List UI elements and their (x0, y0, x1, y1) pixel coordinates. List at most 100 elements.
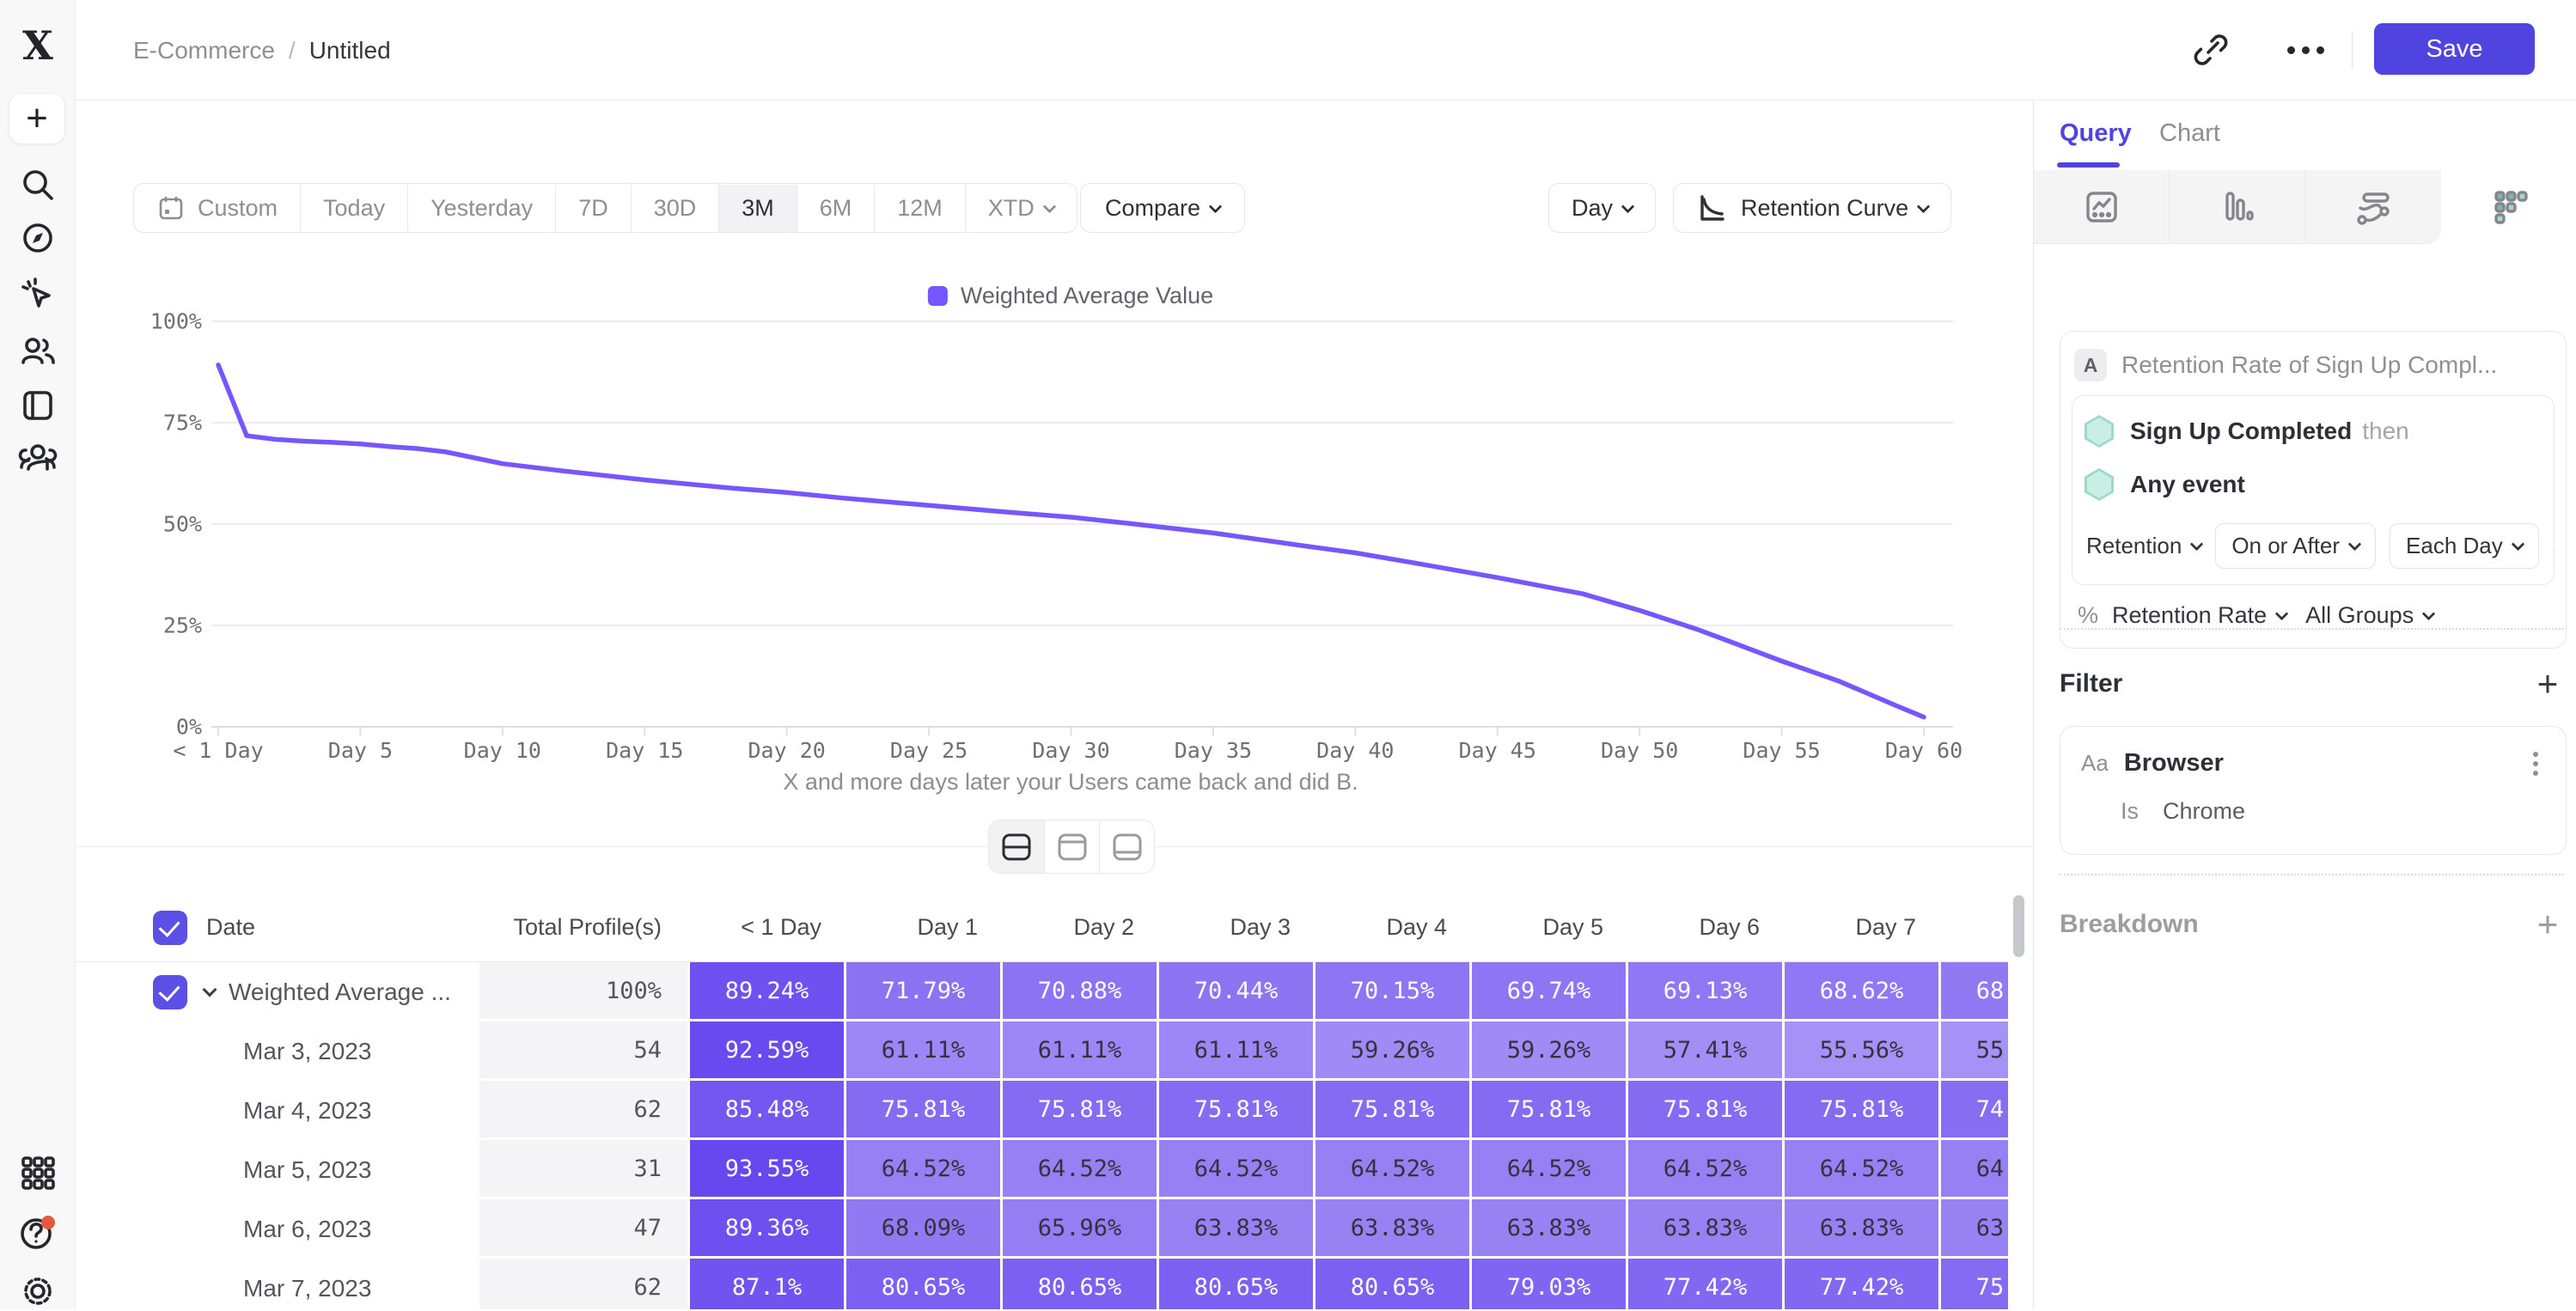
compass-icon[interactable] (0, 219, 76, 257)
retention-cell[interactable]: 80.65% (844, 1259, 1000, 1309)
retention-cell[interactable]: 61.11% (1157, 1021, 1313, 1081)
day-column-header[interactable]: < 1 Day (687, 914, 844, 941)
filter-value[interactable]: Chrome (2163, 798, 2245, 825)
return-event-row[interactable]: Any event (2072, 454, 2554, 508)
day-column-header[interactable]: Day 5 (1469, 914, 1626, 941)
retention-cell[interactable]: 68.62% (1782, 962, 1938, 1021)
apps-grid-icon[interactable] (0, 1153, 76, 1192)
query-title[interactable]: Retention Rate of Sign Up Compl... (2121, 351, 2497, 379)
return-event-name[interactable]: Any event (2130, 471, 2245, 498)
tab-query[interactable]: Query (2060, 119, 2132, 148)
copy-link-icon[interactable] (2187, 26, 2235, 74)
retention-cell[interactable]: 59.26% (1469, 1021, 1626, 1081)
chart-view-button[interactable] (1044, 820, 1099, 873)
filter-card[interactable]: Aa Browser Is Chrome (2060, 726, 2567, 855)
retention-cell[interactable]: 65.96% (1000, 1199, 1157, 1259)
retention-cell[interactable]: 75.81% (1313, 1081, 1469, 1140)
retention-cell[interactable]: 69.74% (1469, 962, 1626, 1021)
retention-cell[interactable]: 75.81% (1469, 1081, 1626, 1140)
retention-cell[interactable]: 63.83% (1626, 1199, 1782, 1259)
retention-cell[interactable]: 63.83% (1469, 1199, 1626, 1259)
retention-cell[interactable]: 89.36% (687, 1199, 844, 1259)
retention-cell[interactable]: 75.81% (1782, 1081, 1938, 1140)
funnels-icon[interactable] (2170, 170, 2305, 244)
retention-cell[interactable]: 55.56% (1938, 1021, 2008, 1081)
day-column-header[interactable]: Day 3 (1157, 914, 1313, 941)
day-column-header[interactable]: Day 7 (1782, 914, 1938, 941)
retention-cell[interactable]: 64.52% (844, 1140, 1000, 1199)
kebab-menu-icon[interactable] (2533, 761, 2538, 766)
row-checkbox[interactable] (153, 975, 187, 1009)
retention-cell[interactable]: 64.52% (1938, 1140, 2008, 1199)
retention-cell[interactable]: 63.83% (1313, 1199, 1469, 1259)
retention-cell[interactable]: 64.52% (1626, 1140, 1782, 1199)
retention-cell[interactable]: 77.42% (1782, 1259, 1938, 1309)
metric-dropdown[interactable]: Retention Rate (2112, 602, 2286, 629)
retention-cell[interactable]: 59.26% (1313, 1021, 1469, 1081)
retention-cell[interactable]: 80.65% (1157, 1259, 1313, 1309)
day-column-header[interactable]: Day 6 (1626, 914, 1782, 941)
insights-icon[interactable] (2034, 170, 2170, 244)
retention-cell[interactable]: 63.83% (1782, 1199, 1938, 1259)
create-new-button[interactable]: + (9, 93, 65, 144)
settings-gear-icon[interactable] (0, 1271, 76, 1311)
retention-cell[interactable]: 57.41% (1626, 1021, 1782, 1081)
groups-dropdown[interactable]: All Groups (2305, 602, 2433, 629)
retention-cell[interactable]: 64.52% (1000, 1140, 1157, 1199)
total-column-header[interactable]: Total Profile(s) (479, 914, 687, 941)
filter-operator[interactable]: Is (2121, 798, 2139, 825)
retention-cell[interactable]: 68.11% (1938, 962, 2008, 1021)
retention-cell[interactable]: 87.1% (687, 1259, 844, 1309)
retention-cell[interactable]: 64.52% (1782, 1140, 1938, 1199)
cursor-click-icon[interactable] (0, 275, 76, 314)
retention-cell[interactable]: 70.15% (1313, 962, 1469, 1021)
retention-line-chart[interactable] (76, 101, 2032, 805)
boards-icon[interactable] (0, 387, 76, 424)
add-breakdown-button[interactable]: + (2530, 906, 2565, 942)
retention-cell[interactable]: 70.88% (1000, 962, 1157, 1021)
search-icon[interactable] (0, 166, 76, 204)
help-icon[interactable] (0, 1211, 76, 1256)
date-column-header[interactable]: Date (206, 914, 255, 941)
vertical-scrollbar[interactable] (2013, 895, 2024, 957)
mixpanel-logo-icon[interactable]: X (0, 22, 76, 69)
save-button[interactable]: Save (2374, 23, 2535, 75)
retention-cell[interactable]: 93.55% (687, 1140, 844, 1199)
expand-chevron-icon[interactable] (203, 982, 217, 997)
retention-cell[interactable]: 75.81% (1938, 1259, 2008, 1309)
retention-cell[interactable]: 61.11% (1000, 1021, 1157, 1081)
retention-cell[interactable]: 75.81% (1157, 1081, 1313, 1140)
retention-cell[interactable]: 74.19% (1938, 1081, 2008, 1140)
retention-cell[interactable]: 70.44% (1157, 962, 1313, 1021)
retention-cell[interactable]: 71.79% (844, 962, 1000, 1021)
retention-cell[interactable]: 63.83% (1938, 1199, 2008, 1259)
retention-cell[interactable]: 75.81% (1000, 1081, 1157, 1140)
retention-cell[interactable]: 77.42% (1626, 1259, 1782, 1309)
users-icon[interactable] (0, 332, 76, 371)
retention-cell[interactable]: 89.24% (687, 962, 844, 1021)
filter-property-name[interactable]: Browser (2124, 749, 2533, 777)
retention-cell[interactable]: 55.56% (1782, 1021, 1938, 1081)
retention-cell[interactable]: 64.52% (1313, 1140, 1469, 1199)
breadcrumb-report-name[interactable]: Untitled (309, 37, 391, 64)
criteria-dropdown[interactable]: On or After (2215, 523, 2376, 569)
cohorts-icon[interactable] (0, 436, 76, 478)
retention-cell[interactable]: 63.83% (1157, 1199, 1313, 1259)
retention-cell[interactable]: 69.13% (1626, 962, 1782, 1021)
retention-cell[interactable]: 64.52% (1469, 1140, 1626, 1199)
more-options-icon[interactable] (2281, 26, 2329, 74)
retention-cell[interactable]: 68.09% (844, 1199, 1000, 1259)
retention-cell[interactable]: 64.52% (1157, 1140, 1313, 1199)
breadcrumb-project[interactable]: E-Commerce (133, 37, 275, 64)
retention-cell[interactable]: 80.65% (1000, 1259, 1157, 1309)
retention-icon[interactable] (2441, 170, 2576, 244)
retention-cell[interactable]: 80.65% (1313, 1259, 1469, 1309)
tab-chart[interactable]: Chart (2159, 119, 2220, 148)
add-filter-button[interactable]: + (2530, 666, 2565, 702)
day-column-header[interactable]: Day 1 (844, 914, 1000, 941)
select-all-checkbox[interactable] (153, 911, 187, 945)
flows-icon[interactable] (2305, 170, 2441, 244)
retention-cell[interactable]: 75.81% (1626, 1081, 1782, 1140)
retention-cell[interactable]: 79.03% (1469, 1259, 1626, 1309)
day-column-header[interactable]: Day 4 (1313, 914, 1469, 941)
